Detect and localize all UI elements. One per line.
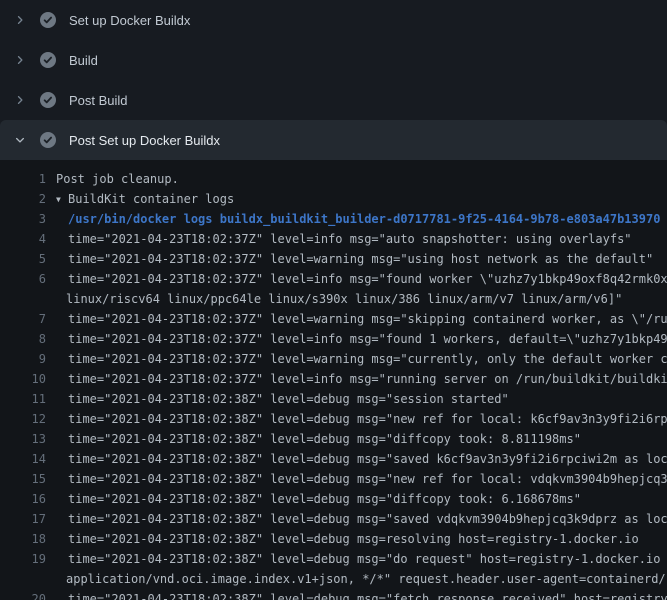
log-text: time="2021-04-23T18:02:38Z" level=debug … xyxy=(46,449,667,469)
step-list: Set up Docker Buildx Build Post Build Post … xyxy=(0,0,667,160)
line-number[interactable]: 2 xyxy=(0,189,46,209)
line-number[interactable]: 19 xyxy=(0,549,46,569)
log-text: time="2021-04-23T18:02:37Z" level=warnin… xyxy=(46,309,667,329)
log-line: 12time="2021-04-23T18:02:38Z" level=debu… xyxy=(0,409,667,429)
log-line: 3/usr/bin/docker logs buildx_buildkit_bu… xyxy=(0,209,667,229)
log-text: time="2021-04-23T18:02:38Z" level=debug … xyxy=(46,429,581,449)
step-header-post-build[interactable]: Post Build xyxy=(0,80,667,120)
log-line: 2▼BuildKit container logs xyxy=(0,189,667,209)
group-collapse-triangle-icon: ▼ xyxy=(56,190,68,209)
log-text: time="2021-04-23T18:02:38Z" level=debug … xyxy=(46,549,667,569)
log-text: time="2021-04-23T18:02:38Z" level=debug … xyxy=(46,389,509,409)
log-group-toggle[interactable]: ▼BuildKit container logs xyxy=(46,189,234,209)
chevron-right-icon xyxy=(13,53,27,67)
step-label: Post Build xyxy=(69,93,128,108)
line-number[interactable]: 1 xyxy=(0,169,46,189)
line-number xyxy=(0,569,46,589)
chevron-down-icon xyxy=(13,133,27,147)
line-number[interactable]: 17 xyxy=(0,509,46,529)
log-text: time="2021-04-23T18:02:38Z" level=debug … xyxy=(46,409,667,429)
check-circle-icon xyxy=(40,92,56,108)
line-number[interactable]: 12 xyxy=(0,409,46,429)
log-line: 8time="2021-04-23T18:02:37Z" level=info … xyxy=(0,329,667,349)
log-output: 1Post job cleanup.2▼BuildKit container l… xyxy=(0,160,667,600)
log-text: time="2021-04-23T18:02:37Z" level=warnin… xyxy=(46,349,667,369)
log-text: time="2021-04-23T18:02:37Z" level=info m… xyxy=(46,369,667,389)
line-number[interactable]: 4 xyxy=(0,229,46,249)
log-line: 6time="2021-04-23T18:02:37Z" level=info … xyxy=(0,269,667,289)
chevron-right-icon xyxy=(13,13,27,27)
log-line: 9time="2021-04-23T18:02:37Z" level=warni… xyxy=(0,349,667,369)
line-number[interactable]: 10 xyxy=(0,369,46,389)
log-text: Post job cleanup. xyxy=(46,169,179,189)
log-line: 15time="2021-04-23T18:02:38Z" level=debu… xyxy=(0,469,667,489)
group-title: BuildKit container logs xyxy=(68,192,234,206)
step-header-build[interactable]: Build xyxy=(0,40,667,80)
actions-log-viewer: Set up Docker Buildx Build Post Build Post … xyxy=(0,0,667,600)
step-label: Set up Docker Buildx xyxy=(69,13,190,28)
log-text: time="2021-04-23T18:02:37Z" level=info m… xyxy=(46,269,667,289)
log-line: 17time="2021-04-23T18:02:38Z" level=debu… xyxy=(0,509,667,529)
log-line: 19time="2021-04-23T18:02:38Z" level=debu… xyxy=(0,549,667,569)
step-label: Build xyxy=(69,53,98,68)
log-text: application/vnd.oci.image.index.v1+json,… xyxy=(46,569,667,589)
log-line: 13time="2021-04-23T18:02:38Z" level=debu… xyxy=(0,429,667,449)
log-text: time="2021-04-23T18:02:37Z" level=warnin… xyxy=(46,249,653,269)
line-number[interactable]: 13 xyxy=(0,429,46,449)
line-number[interactable]: 20 xyxy=(0,589,46,600)
line-number xyxy=(0,289,46,309)
line-number[interactable]: 5 xyxy=(0,249,46,269)
log-line: 5time="2021-04-23T18:02:37Z" level=warni… xyxy=(0,249,667,269)
chevron-right-icon xyxy=(13,93,27,107)
command-text: /usr/bin/docker logs buildx_buildkit_bui… xyxy=(46,209,660,229)
line-number[interactable]: 8 xyxy=(0,329,46,349)
log-line-continuation: application/vnd.oci.image.index.v1+json,… xyxy=(0,569,667,589)
log-line-continuation: linux/riscv64 linux/ppc64le linux/s390x … xyxy=(0,289,667,309)
log-line: 20time="2021-04-23T18:02:38Z" level=debu… xyxy=(0,589,667,600)
check-circle-icon xyxy=(40,52,56,68)
log-line: 10time="2021-04-23T18:02:37Z" level=info… xyxy=(0,369,667,389)
step-header-set-up-docker-buildx[interactable]: Set up Docker Buildx xyxy=(0,0,667,40)
line-number[interactable]: 11 xyxy=(0,389,46,409)
line-number[interactable]: 18 xyxy=(0,529,46,549)
log-line: 7time="2021-04-23T18:02:37Z" level=warni… xyxy=(0,309,667,329)
line-number[interactable]: 7 xyxy=(0,309,46,329)
line-number[interactable]: 16 xyxy=(0,489,46,509)
line-number[interactable]: 6 xyxy=(0,269,46,289)
step-header-post-set-up-docker-buildx[interactable]: Post Set up Docker Buildx xyxy=(0,120,667,160)
log-text: time="2021-04-23T18:02:37Z" level=info m… xyxy=(46,329,667,349)
line-number[interactable]: 15 xyxy=(0,469,46,489)
log-text: time="2021-04-23T18:02:38Z" level=debug … xyxy=(46,489,581,509)
line-number[interactable]: 14 xyxy=(0,449,46,469)
log-line: 11time="2021-04-23T18:02:38Z" level=debu… xyxy=(0,389,667,409)
log-line: 14time="2021-04-23T18:02:38Z" level=debu… xyxy=(0,449,667,469)
log-text: time="2021-04-23T18:02:38Z" level=debug … xyxy=(46,529,639,549)
check-circle-icon xyxy=(40,12,56,28)
log-text: linux/riscv64 linux/ppc64le linux/s390x … xyxy=(46,289,622,309)
log-text: time="2021-04-23T18:02:38Z" level=debug … xyxy=(46,589,667,600)
log-line: 1Post job cleanup. xyxy=(0,169,667,189)
line-number[interactable]: 3 xyxy=(0,209,46,229)
log-text: time="2021-04-23T18:02:38Z" level=debug … xyxy=(46,469,667,489)
step-label: Post Set up Docker Buildx xyxy=(69,133,220,148)
line-number[interactable]: 9 xyxy=(0,349,46,369)
check-circle-icon xyxy=(40,132,56,148)
log-text: time="2021-04-23T18:02:37Z" level=info m… xyxy=(46,229,632,249)
log-line: 4time="2021-04-23T18:02:37Z" level=info … xyxy=(0,229,667,249)
log-line: 18time="2021-04-23T18:02:38Z" level=debu… xyxy=(0,529,667,549)
log-line: 16time="2021-04-23T18:02:38Z" level=debu… xyxy=(0,489,667,509)
log-text: time="2021-04-23T18:02:38Z" level=debug … xyxy=(46,509,667,529)
